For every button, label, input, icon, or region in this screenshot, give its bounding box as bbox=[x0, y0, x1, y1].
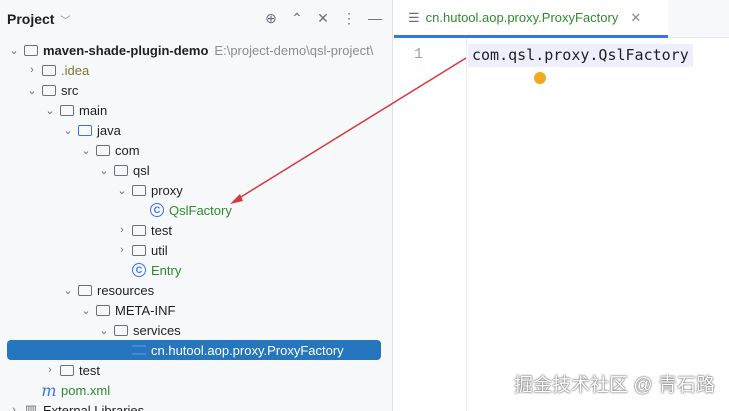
tree-item-label: qsl bbox=[133, 162, 150, 178]
chevron-down-icon[interactable]: ⌄ bbox=[25, 84, 39, 97]
tree-item[interactable]: ⌄ qsl bbox=[0, 160, 392, 180]
expand-all-icon[interactable]: ⌃ bbox=[284, 10, 310, 27]
more-options-icon[interactable]: ⋮ bbox=[336, 10, 362, 27]
chevron-down-icon[interactable]: ⌄ bbox=[43, 104, 57, 117]
library-icon: ▥ bbox=[24, 402, 38, 411]
class-icon: C bbox=[149, 203, 165, 217]
editor-tab[interactable]: ☰ cn.hutool.aop.proxy.ProxyFactory ✕ bbox=[394, 0, 668, 38]
tree-item-label: java bbox=[97, 122, 121, 138]
watermark: 掘金技术社区 @ 青石路 bbox=[514, 375, 715, 396]
lightbulb-icon[interactable] bbox=[534, 72, 546, 84]
close-icon[interactable]: ✕ bbox=[630, 10, 641, 26]
tree-item[interactable]: › test bbox=[0, 360, 392, 380]
tab-label: cn.hutool.aop.proxy.ProxyFactory bbox=[425, 10, 619, 25]
collapse-all-icon[interactable]: ✕ bbox=[310, 10, 336, 27]
project-panel-header: Project ﹀ ⊕ ⌃ ✕ ⋮ — bbox=[0, 0, 392, 38]
chevron-down-icon[interactable]: ⌄ bbox=[97, 324, 111, 337]
tree-item[interactable]: ⌄ META-INF bbox=[0, 300, 392, 320]
tree-item[interactable]: › test bbox=[0, 220, 392, 240]
resources-folder-icon bbox=[77, 283, 93, 297]
tree-item-label: src bbox=[61, 82, 79, 98]
tree-item[interactable]: ⌄ proxy bbox=[0, 180, 392, 200]
chevron-right-icon[interactable]: › bbox=[115, 224, 129, 236]
text-file-icon: ☰ bbox=[408, 9, 420, 25]
maven-icon: m bbox=[41, 380, 57, 400]
folder-icon bbox=[41, 63, 57, 77]
line-number: 1 bbox=[414, 46, 424, 63]
tree-item-label: com bbox=[115, 142, 140, 158]
tree-item-label: Entry bbox=[151, 262, 182, 278]
code-line[interactable]: com.qsl.proxy.QslFactory bbox=[468, 44, 693, 67]
folder-icon bbox=[113, 323, 129, 337]
tree-item-label: test bbox=[79, 362, 100, 378]
tree-item-label: resources bbox=[97, 282, 155, 298]
folder-icon bbox=[95, 303, 111, 317]
chevron-down-icon[interactable]: ⌄ bbox=[97, 164, 111, 177]
source-folder-icon bbox=[77, 123, 93, 137]
tree-item[interactable]: C Entry bbox=[0, 260, 392, 280]
package-icon bbox=[113, 163, 129, 177]
chevron-right-icon[interactable]: › bbox=[43, 364, 57, 376]
tree-item[interactable]: ⌄ java bbox=[0, 120, 392, 140]
locate-icon[interactable]: ⊕ bbox=[258, 10, 284, 27]
package-icon bbox=[131, 223, 147, 237]
tree-item[interactable]: ⌄ src bbox=[0, 80, 392, 100]
tree-item-label: META-INF bbox=[115, 302, 176, 318]
chevron-right-icon[interactable]: › bbox=[7, 404, 21, 411]
chevron-down-icon[interactable]: ⌄ bbox=[79, 144, 93, 157]
chevron-right-icon[interactable]: › bbox=[25, 64, 39, 76]
folder-icon bbox=[59, 363, 75, 377]
package-icon bbox=[95, 143, 111, 157]
class-icon: C bbox=[131, 263, 147, 277]
chevron-down-icon[interactable]: ⌄ bbox=[61, 284, 75, 297]
folder-icon bbox=[41, 83, 57, 97]
chevron-down-icon[interactable]: ⌄ bbox=[79, 304, 93, 317]
module-folder-icon bbox=[23, 43, 39, 57]
chevron-down-icon[interactable]: ⌄ bbox=[115, 184, 129, 197]
tree-item-label: maven-shade-plugin-demo bbox=[43, 42, 209, 58]
tree-item-label: util bbox=[151, 242, 168, 258]
tree-item[interactable]: › ▥ External Libraries bbox=[0, 400, 392, 411]
project-path: E:\project-demo\qsl-project\ bbox=[214, 42, 374, 58]
gutter bbox=[394, 38, 467, 411]
tree-item[interactable]: cn.hutool.aop.proxy.ProxyFactory bbox=[7, 340, 381, 360]
tree-item[interactable]: › .idea bbox=[0, 60, 392, 80]
panel-title[interactable]: Project bbox=[7, 11, 54, 27]
tree-item-label: QslFactory bbox=[169, 202, 232, 218]
package-icon bbox=[131, 183, 147, 197]
tree-item[interactable]: ⌄ services bbox=[0, 320, 392, 340]
editor: ☰ cn.hutool.aop.proxy.ProxyFactory ✕ 1 c… bbox=[394, 0, 729, 411]
minimize-icon[interactable]: — bbox=[362, 10, 388, 27]
tree-item[interactable]: ⌄ maven-shade-plugin-demo E:\project-demo\… bbox=[0, 40, 392, 60]
tree-item-label: main bbox=[79, 102, 108, 118]
chevron-down-icon[interactable]: ﹀ bbox=[60, 12, 70, 27]
tree-item-label: .idea bbox=[61, 62, 90, 78]
tree-item-label: proxy bbox=[151, 182, 183, 198]
project-panel: Project ﹀ ⊕ ⌃ ✕ ⋮ — ⌄ maven-shade-plugin-… bbox=[0, 0, 393, 411]
tree-item[interactable]: › util bbox=[0, 240, 392, 260]
package-icon bbox=[131, 243, 147, 257]
editor-tab-bar: ☰ cn.hutool.aop.proxy.ProxyFactory ✕ bbox=[394, 0, 729, 38]
tree-item-label: cn.hutool.aop.proxy.ProxyFactory bbox=[151, 342, 344, 358]
tree-item-label: services bbox=[133, 322, 181, 338]
tree-item[interactable]: ⌄ resources bbox=[0, 280, 392, 300]
tree-item[interactable]: C QslFactory bbox=[0, 200, 392, 220]
tree-item-label: test bbox=[151, 222, 172, 238]
chevron-down-icon[interactable]: ⌄ bbox=[7, 44, 21, 57]
chevron-right-icon[interactable]: › bbox=[115, 244, 129, 256]
tree-item[interactable]: ⌄ com bbox=[0, 140, 392, 160]
tree-item[interactable]: m pom.xml bbox=[0, 380, 392, 400]
tree-item[interactable]: ⌄ main bbox=[0, 100, 392, 120]
text-file-icon bbox=[131, 343, 147, 357]
tree-item-label: External Libraries bbox=[43, 402, 145, 411]
folder-icon bbox=[59, 103, 75, 117]
chevron-down-icon[interactable]: ⌄ bbox=[61, 124, 75, 137]
tree-item-label: pom.xml bbox=[61, 382, 111, 398]
